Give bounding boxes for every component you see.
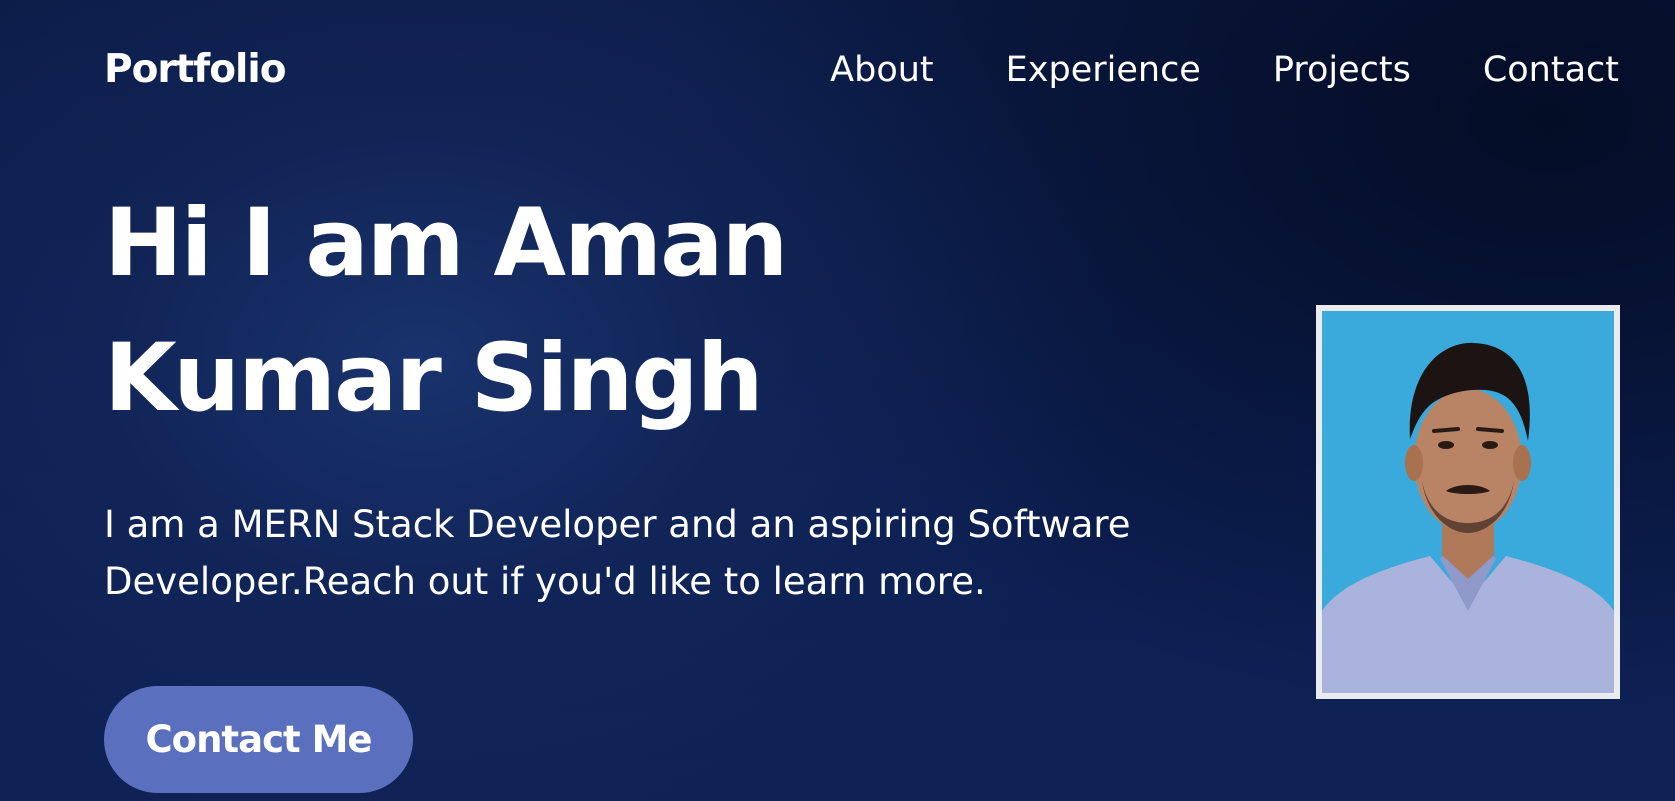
navbar: Portfolio About Experience Projects Cont… [0,0,1675,140]
profile-photo [1322,311,1614,693]
profile-photo-frame [1316,305,1620,699]
site-logo[interactable]: Portfolio [104,44,287,96]
nav-link-experience[interactable]: Experience [1006,44,1201,96]
contact-me-button[interactable]: Contact Me [104,686,413,793]
hero-description: I am a MERN Stack Developer and an aspir… [104,503,1131,603]
portfolio-page: Portfolio About Experience Projects Cont… [0,0,1675,801]
nav-links: About Experience Projects Contact [830,44,1619,96]
nav-link-about[interactable]: About [830,44,933,96]
hero-title: Hi I am Aman Kumar Singh [104,176,1104,446]
nav-link-projects[interactable]: Projects [1273,44,1411,96]
nav-link-contact[interactable]: Contact [1483,44,1619,96]
